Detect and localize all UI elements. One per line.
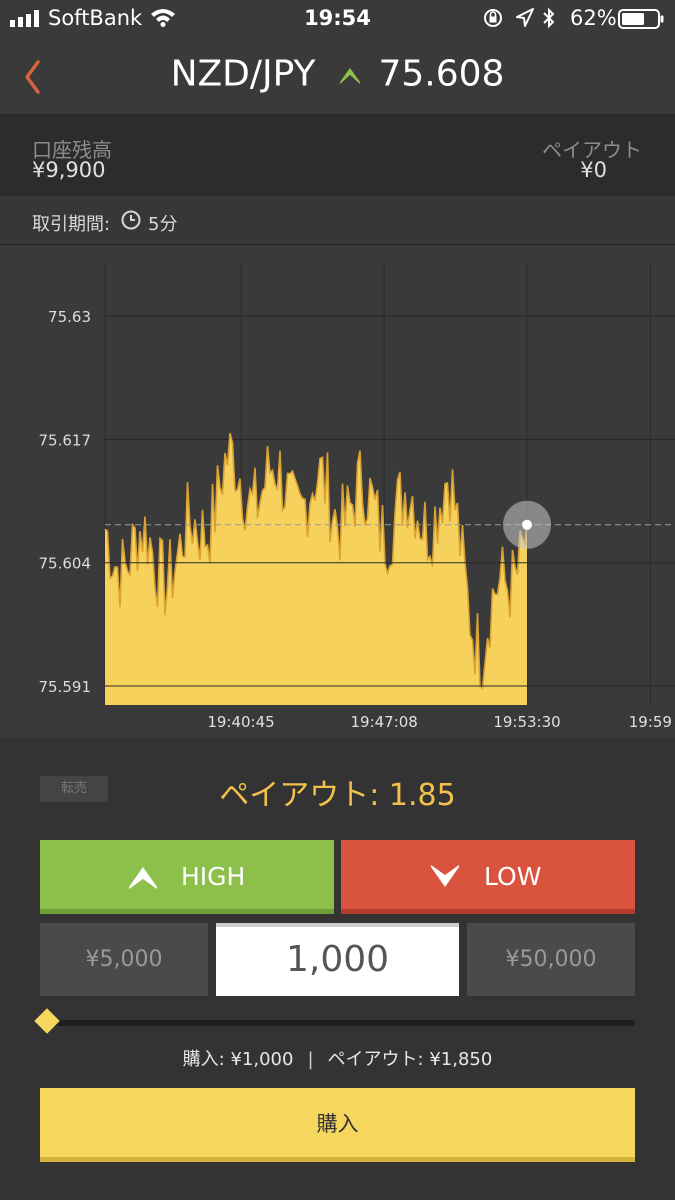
payout-value: ¥0 (580, 158, 607, 182)
header: NZD/JPY 75.608 (0, 38, 675, 114)
page-title: NZD/JPY 75.608 (0, 52, 675, 95)
up-chevron-icon (129, 867, 157, 889)
location-arrow-icon (516, 8, 534, 27)
price-chart[interactable]: 75.63 75.617 75.604 75.591 19:40:45 19:47:08 1… (0, 245, 675, 738)
buy-button[interactable]: 購入 (40, 1088, 635, 1162)
period-value: 5分 (148, 214, 178, 235)
rotation-lock-icon (484, 9, 502, 27)
amount-slider[interactable] (40, 1020, 635, 1026)
amount-preset-max[interactable]: ¥50,000 (467, 923, 635, 996)
order-summary: 購入: ¥1,000 | ペイアウト: ¥1,850 (0, 1045, 675, 1071)
x-tick-label: 19:59 (629, 713, 672, 731)
period-label: 取引期間: (32, 214, 111, 235)
amount-slider-thumb[interactable] (34, 1008, 60, 1034)
price-chart-svg: 75.63 75.617 75.604 75.591 19:40:45 19:47:08 1… (39, 263, 675, 731)
payout-rate: ペイアウト: 1.85 (219, 778, 456, 813)
trade-panel: 転売 ペイアウト: 1.85 HIGH LOW ¥5,000 1,000 ¥50… (0, 738, 675, 1200)
high-button[interactable]: HIGH (40, 840, 334, 914)
y-tick-label: 75.63 (48, 308, 91, 326)
summary-purchase: 購入: ¥1,000 (182, 1049, 294, 1070)
battery-icon (618, 9, 664, 29)
balance-value: ¥9,900 (32, 158, 106, 182)
low-label: LOW (484, 862, 542, 891)
account-summary: 口座残高 ¥9,900 ペイアウト ¥0 (0, 114, 675, 196)
current-price-dot (522, 519, 532, 530)
x-tick-label: 19:40:45 (207, 713, 274, 731)
clock-icon (121, 210, 141, 230)
x-tick-label: 19:53:30 (493, 713, 560, 731)
up-chevron-icon (340, 68, 360, 84)
y-tick-label: 75.591 (39, 678, 92, 696)
amount-input[interactable]: 1,000 (216, 923, 459, 996)
y-tick-label: 75.617 (39, 431, 92, 449)
y-tick-label: 75.604 (39, 555, 92, 573)
trade-period-bar: 取引期間: 5分 (0, 196, 675, 245)
high-label: HIGH (181, 862, 246, 891)
down-chevron-icon (431, 865, 459, 887)
amount-preset-min[interactable]: ¥5,000 (40, 923, 208, 996)
summary-separator: | (307, 1049, 314, 1070)
battery-percent: 62% (570, 6, 617, 30)
status-bar: SoftBank 19:54 62% (0, 0, 675, 38)
current-rate: 75.608 (378, 53, 505, 95)
x-tick-label: 19:47:08 (350, 713, 417, 731)
currency-pair: NZD/JPY (170, 53, 316, 95)
summary-payout: ペイアウト: ¥1,850 (327, 1049, 493, 1070)
low-button[interactable]: LOW (341, 840, 635, 914)
bluetooth-icon (543, 7, 555, 29)
